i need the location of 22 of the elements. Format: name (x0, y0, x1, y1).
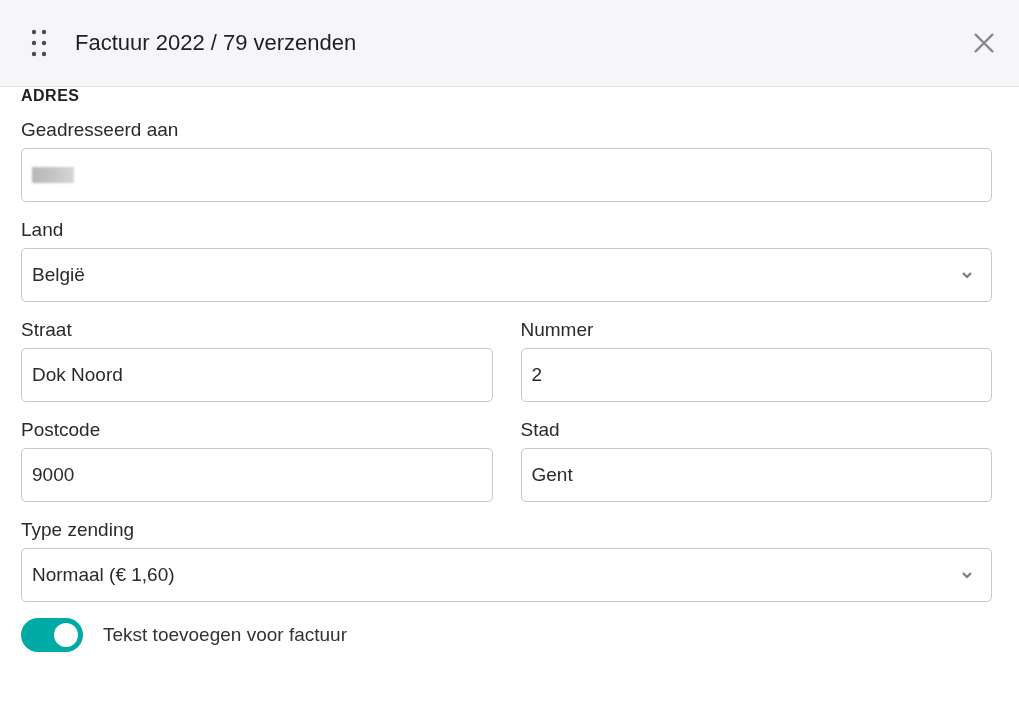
field-label: Type zending (21, 518, 136, 542)
select-field[interactable]: Normaal (€ 1,60) (21, 548, 992, 602)
dialog-title: Factuur 2022 / 79 verzenden (75, 30, 358, 56)
field-label: Land (21, 218, 65, 242)
field-label: Postcode (21, 418, 102, 442)
field-label: Geadresseerd aan (21, 118, 180, 142)
toggle-label: Tekst toevoegen voor factuur (103, 624, 347, 646)
section-heading: ADRES (21, 86, 81, 106)
input-field[interactable]: Dok Noord (21, 348, 493, 402)
input-field[interactable]: 2 (520, 348, 992, 402)
input-field[interactable]: Gent (520, 448, 992, 502)
chevron-down-icon (961, 571, 973, 579)
toggle-switch[interactable] (21, 618, 83, 652)
chevron-down-icon (961, 271, 973, 279)
select-field[interactable]: België (21, 248, 992, 302)
field-label: Stad (520, 418, 561, 442)
field-label: Straat (21, 318, 73, 342)
field-label: Nummer (520, 318, 595, 342)
input-field[interactable] (21, 148, 992, 202)
input-field[interactable]: 9000 (21, 448, 493, 502)
close-icon[interactable] (973, 32, 995, 54)
drag-handle-icon[interactable] (31, 29, 47, 57)
